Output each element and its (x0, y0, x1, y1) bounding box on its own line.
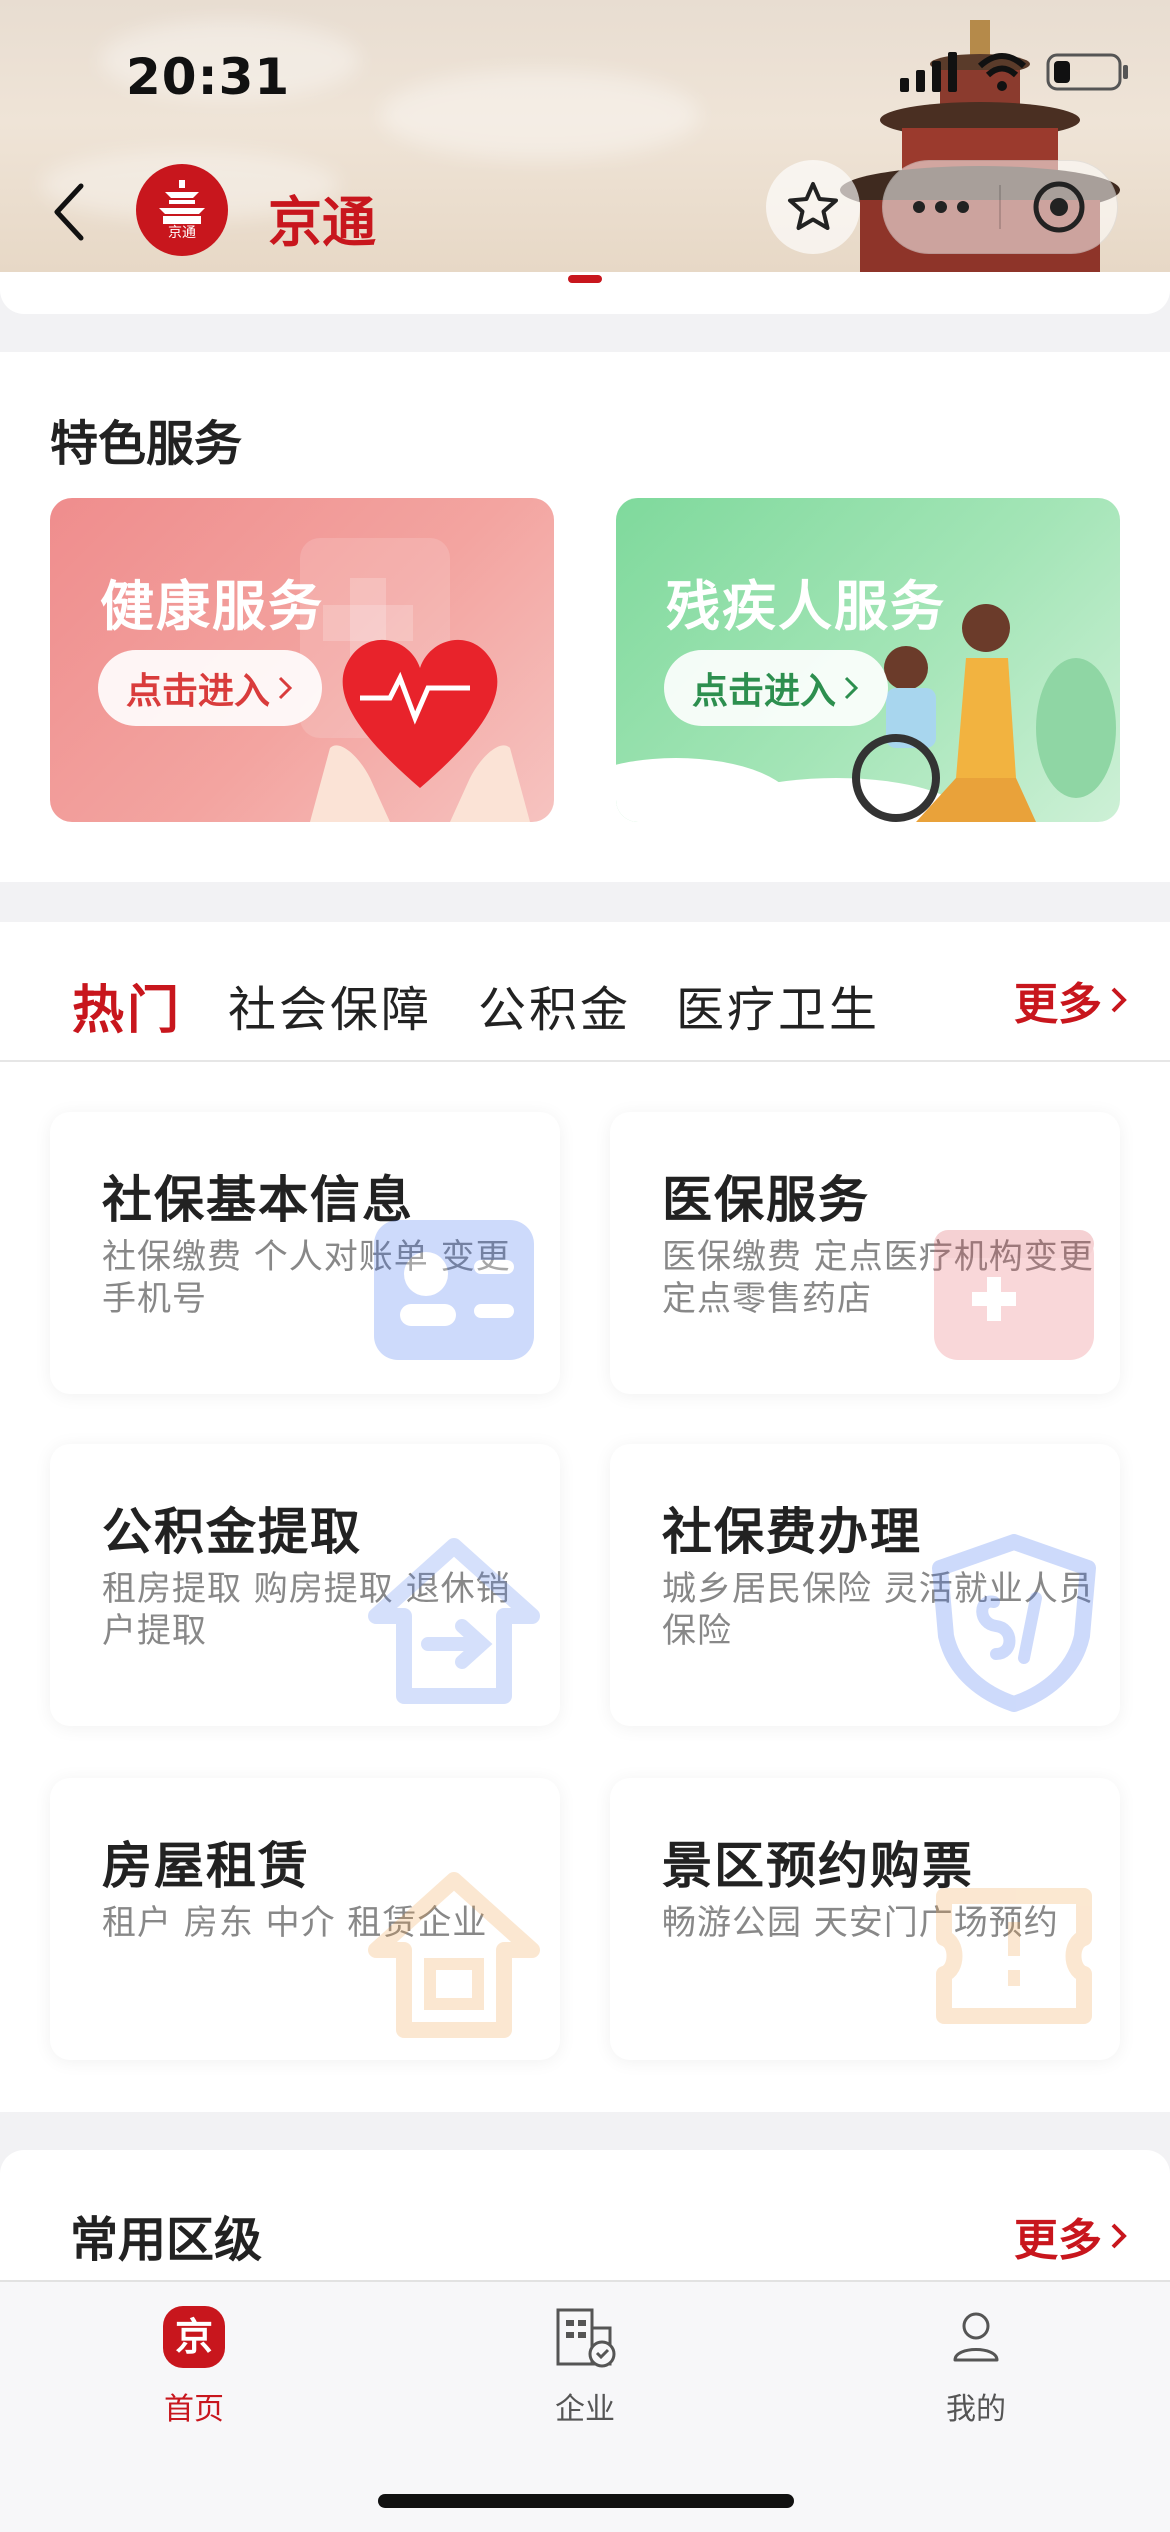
logo-caption: 京通 (168, 225, 196, 241)
miniapp-capsule (882, 160, 1118, 254)
disabled-service-name: 残疾人服务 (666, 575, 946, 638)
tabbar-mine[interactable]: 我的 (876, 2302, 1076, 2432)
services-section: 热门 社会保障 公积金 医疗卫生 更多 社保基本信息 社保缴费 个人对账单 变更… (0, 922, 1170, 2112)
nav-bar: 京通 京通 (0, 160, 1170, 270)
health-enter-button[interactable]: 点击进入 (98, 650, 323, 726)
enterprise-icon (550, 2302, 620, 2372)
heart-hands-icon (300, 538, 530, 822)
app-title: 京通 (268, 191, 376, 254)
chevron-left-icon (54, 183, 84, 241)
service-card-medical-insurance[interactable]: 医保服务 医保缴费 定点医疗机构变更 定点零售药店 (610, 1112, 1120, 1394)
regional-section: 常用区级 更多 (0, 2150, 1170, 2280)
tabbar-mine-label: 我的 (946, 2392, 1006, 2427)
back-button[interactable] (44, 172, 94, 252)
home-jing-icon: 京 (159, 2302, 229, 2372)
regional-title: 常用区级 (70, 2212, 263, 2268)
tab-hot[interactable]: 热门 (72, 968, 182, 1043)
app-logo: 京通 (136, 164, 228, 256)
service-title: 房屋租赁 (102, 1837, 310, 1895)
service-card-social-fee[interactable]: 社保费办理 城乡居民保险 灵活就业人员保险 (610, 1444, 1120, 1726)
page: 20:31 京通 京通 特色服务 健康服务 点击进入 残疾人服务 点击进入 热门… (0, 0, 1170, 2532)
more-dots-icon (913, 201, 969, 213)
status-time: 20:31 (126, 48, 291, 106)
health-enter-label: 点击进入 (126, 671, 271, 712)
featured-title: 特色服务 (50, 416, 243, 472)
regional-more-label: 更多 (1014, 2215, 1102, 2266)
service-card-social-info[interactable]: 社保基本信息 社保缴费 个人对账单 变更手机号 (50, 1112, 560, 1394)
temple-logo-icon (159, 180, 205, 224)
carousel-indicator (568, 275, 602, 283)
wifi-icon (977, 53, 1027, 91)
close-miniapp-button[interactable] (1001, 161, 1117, 253)
service-title: 公积金提取 (102, 1503, 362, 1561)
tabbar-enterprise-label: 企业 (555, 2392, 615, 2427)
svg-text:京: 京 (175, 2315, 213, 2359)
service-card-scenic-tickets[interactable]: 景区预约购票 畅游公园 天安门广场预约 (610, 1778, 1120, 2060)
ticket-icon (936, 1888, 1092, 2024)
house-icon (368, 1872, 540, 2038)
tabs-more-link[interactable]: 更多 (1014, 968, 1130, 1032)
tabbar-home[interactable]: 京 首页 (94, 2302, 294, 2432)
home-indicator (378, 2494, 794, 2508)
health-service-name: 健康服务 (100, 575, 324, 638)
tabbar-enterprise[interactable]: 企业 (485, 2302, 685, 2432)
chevron-right-icon (844, 676, 859, 700)
tabs-more-label: 更多 (1014, 979, 1102, 1030)
target-close-icon (1033, 181, 1085, 233)
service-card-housing-fund-withdraw[interactable]: 公积金提取 租房提取 购房提取 退休销户提取 (50, 1444, 560, 1726)
tab-social-security[interactable]: 社会保障 (228, 970, 432, 1040)
service-title: 医保服务 (662, 1171, 870, 1229)
id-card-icon (374, 1220, 534, 1360)
regional-more-link[interactable]: 更多 (1014, 2204, 1130, 2268)
disabled-service-card[interactable]: 残疾人服务 点击进入 (616, 498, 1120, 822)
si-shield-icon (932, 1534, 1096, 1712)
tab-healthcare[interactable]: 医疗卫生 (676, 970, 880, 1040)
tabbar-home-label: 首页 (164, 2392, 224, 2427)
status-icons (900, 52, 1130, 92)
service-card-house-rental[interactable]: 房屋租赁 租户 房东 中介 租赁企业 (50, 1778, 560, 2060)
star-icon (788, 182, 838, 230)
tab-housing-fund[interactable]: 公积金 (478, 970, 631, 1040)
medical-card-icon (934, 1230, 1094, 1360)
featured-services-section: 特色服务 健康服务 点击进入 残疾人服务 点击进入 (0, 352, 1170, 882)
header: 20:31 京通 京通 (0, 0, 1170, 272)
health-service-card[interactable]: 健康服务 点击进入 (50, 498, 554, 822)
disabled-enter-button[interactable]: 点击进入 (664, 650, 889, 726)
favorite-button[interactable] (766, 160, 860, 254)
chevron-right-icon (278, 676, 293, 700)
service-title: 社保费办理 (662, 1503, 922, 1561)
more-options-button[interactable] (883, 161, 999, 253)
disabled-enter-label: 点击进入 (692, 671, 837, 712)
chevron-right-icon (1111, 2223, 1127, 2249)
house-withdraw-icon (368, 1538, 540, 1704)
user-icon (941, 2302, 1011, 2372)
signal-icon (900, 52, 957, 92)
category-tabs: 热门 社会保障 公积金 医疗卫生 更多 (0, 922, 1170, 1062)
chevron-right-icon (1111, 987, 1127, 1013)
battery-icon (1046, 53, 1128, 91)
